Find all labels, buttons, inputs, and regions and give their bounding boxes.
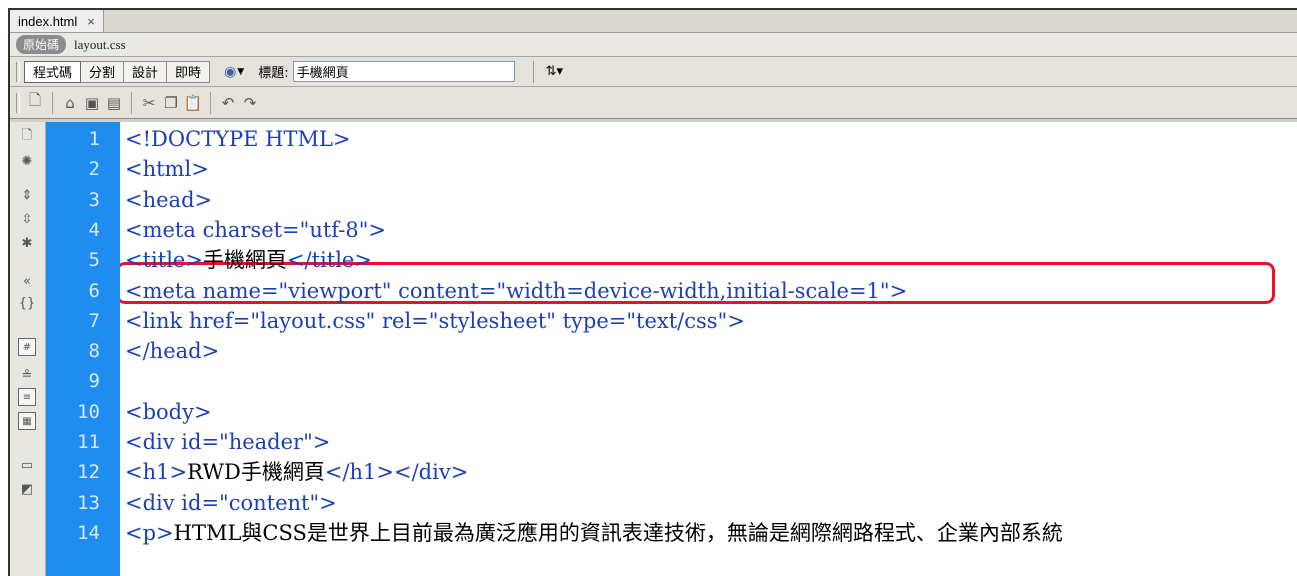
browse-icon[interactable]: ⌂ <box>59 92 81 114</box>
view-buttons: 程式碼 分割 設計 即時 <box>24 60 211 83</box>
line-number: 10 <box>77 400 100 423</box>
source-code-button[interactable]: 原始碼 <box>16 35 67 54</box>
toolbar-grip[interactable] <box>16 61 20 82</box>
code-token-tag: <p> <box>125 520 174 545</box>
code-token-tag: <head> <box>125 187 213 212</box>
code-editor: 🗋 ✺ ⇕ ⇳ ✱ « {} # ≗ ≡ ▦ ▭ ◩ 1 2 3 4 5 6 7 8 9 10 11… <box>10 122 1297 576</box>
line-number: 1 <box>88 128 100 150</box>
code-token-tag: <meta charset="utf-8"> <box>125 217 387 242</box>
code-token-tag: <title> <box>125 248 203 273</box>
code-token-tag: <div id="content"> <box>125 490 337 515</box>
save-all-icon[interactable]: ▤ <box>103 92 125 114</box>
line-number: 8 <box>88 340 100 363</box>
code-area[interactable]: <!DOCTYPE HTML> <html> <head> <meta charset… <box>120 122 1297 576</box>
line-number: 12 <box>77 461 100 484</box>
toolbar-separator <box>532 60 534 83</box>
toolbar-separator <box>210 91 211 114</box>
code-line: <meta name="viewport" content="width=dev… <box>125 276 907 306</box>
line-number-gutter: 1 2 3 4 5 6 7 8 9 10 11 12 13 14 <box>46 122 120 576</box>
code-line: <div id="content"> <box>125 488 337 518</box>
code-line: <title>手機網頁</title> <box>125 245 372 275</box>
line-number: 13 <box>77 491 100 514</box>
code-line: <html> <box>125 154 209 184</box>
paste-icon[interactable]: 📋 <box>182 92 204 114</box>
line-number: 2 <box>88 158 100 181</box>
code-token-tag: <div id="header"> <box>125 430 331 454</box>
copy-icon[interactable]: ❐ <box>160 92 182 114</box>
apply-comment-icon[interactable]: ▭ <box>18 456 36 474</box>
title-input[interactable] <box>292 61 515 82</box>
line-number: 7 <box>88 309 100 332</box>
code-token-tag: <meta name="viewport" content="width=dev… <box>125 278 908 303</box>
code-token-tag: <html> <box>125 157 209 182</box>
close-icon[interactable]: × <box>87 14 95 29</box>
code-token-tag: </head> <box>125 339 220 364</box>
code-token-tag: <!DOCTYPE HTML> <box>125 127 351 151</box>
line-number: 6 <box>88 279 100 302</box>
remove-comment-icon[interactable]: ◩ <box>18 480 36 498</box>
tab-filename: index.html <box>18 13 78 29</box>
document-tab-bar: index.html × <box>10 10 1297 33</box>
line-number: 4 <box>88 218 100 241</box>
code-line: <body> <box>125 397 212 427</box>
code-line: <head> <box>125 185 212 215</box>
title-label: 標題: <box>258 66 289 81</box>
chevron-down-icon[interactable]: ▼ <box>237 67 244 77</box>
code-line: <p>HTML與CSS是世界上目前最為廣泛應用的資訊表達技術，無論是網際網路程式… <box>125 518 1063 548</box>
save-icon[interactable]: ▣ <box>81 92 103 114</box>
document-toolbar: 程式碼 分割 設計 即時 ◉ ▼ 標題: ⇅▾ <box>10 57 1297 87</box>
code-token-tag: </title> <box>286 248 372 273</box>
open-documents-icon[interactable]: 🗋 <box>18 128 36 146</box>
code-token-tag: <h1> <box>125 460 188 485</box>
design-view-button[interactable]: 設計 <box>124 60 168 83</box>
line-numbers-icon[interactable]: # <box>18 338 36 356</box>
related-file-layout-css[interactable]: layout.css <box>74 37 126 53</box>
code-token-tag: </h1></div> <box>324 460 469 485</box>
word-wrap-icon[interactable]: ▦ <box>18 412 36 430</box>
code-token-text: HTML與CSS是世界上目前最為廣泛應用的資訊表達技術，無論是網際網路程式、企業… <box>173 520 1063 545</box>
coding-toolbar: 🗋 ✺ ⇕ ⇳ ✱ « {} # ≗ ≡ ▦ ▭ ◩ <box>10 122 46 576</box>
toolbar-separator <box>52 91 53 114</box>
line-number: 9 <box>88 370 100 393</box>
code-line: </head> <box>125 336 219 366</box>
toolbar-grip[interactable] <box>16 92 20 113</box>
syntax-coloring-icon[interactable]: ≡ <box>18 388 36 406</box>
code-line: <link href="layout.css" rel="stylesheet"… <box>125 306 745 336</box>
code-token-tag: <link href="layout.css" rel="stylesheet"… <box>125 308 745 333</box>
code-line: <!DOCTYPE HTML> <box>125 124 351 154</box>
toolbar-separator <box>131 91 132 114</box>
related-files-bar: 原始碼 layout.css <box>10 33 1297 57</box>
code-token-tag: <body> <box>125 399 212 424</box>
file-management-icon[interactable]: ⇅▾ <box>546 64 563 79</box>
live-view-button[interactable]: 即時 <box>167 60 211 83</box>
expand-all-icon[interactable]: ✱ <box>18 234 36 252</box>
code-line: <h1>RWD手機網頁</h1></div> <box>125 457 468 487</box>
collapse-full-tag-icon[interactable]: ⇕ <box>18 186 36 204</box>
cut-icon[interactable]: ✂ <box>138 92 160 114</box>
line-number: 3 <box>88 188 100 211</box>
standard-toolbar: 🗋 ⌂ ▣ ▤ ✂ ❐ 📋 ↶ ↷ <box>10 87 1297 119</box>
collapse-selection-icon[interactable]: ⇳ <box>18 210 36 228</box>
line-number: 11 <box>77 431 100 453</box>
new-document-icon[interactable]: 🗋 <box>24 91 46 114</box>
show-code-navigator-icon[interactable]: ✺ <box>18 152 36 170</box>
code-line: <meta charset="utf-8"> <box>125 215 386 245</box>
redo-icon[interactable]: ↷ <box>239 92 261 114</box>
line-number: 5 <box>88 249 100 272</box>
code-token-text: RWD手機網頁 <box>187 460 325 485</box>
line-number: 14 <box>77 521 100 544</box>
code-view-button[interactable]: 程式碼 <box>24 60 82 83</box>
balance-braces-icon[interactable]: {} <box>18 294 36 312</box>
editor-window: index.html × 原始碼 layout.css 程式碼 分割 設計 即時… <box>8 8 1297 576</box>
highlight-invalid-code-icon[interactable]: ≗ <box>18 366 36 384</box>
tab-index-html[interactable]: index.html × <box>10 10 104 32</box>
split-view-button[interactable]: 分割 <box>81 60 125 83</box>
code-line: <div id="header"> <box>125 427 330 457</box>
globe-icon[interactable]: ◉ <box>224 64 236 80</box>
undo-icon[interactable]: ↶ <box>217 92 239 114</box>
code-token-text: 手機網頁 <box>202 248 287 273</box>
select-parent-tag-icon[interactable]: « <box>18 272 36 290</box>
